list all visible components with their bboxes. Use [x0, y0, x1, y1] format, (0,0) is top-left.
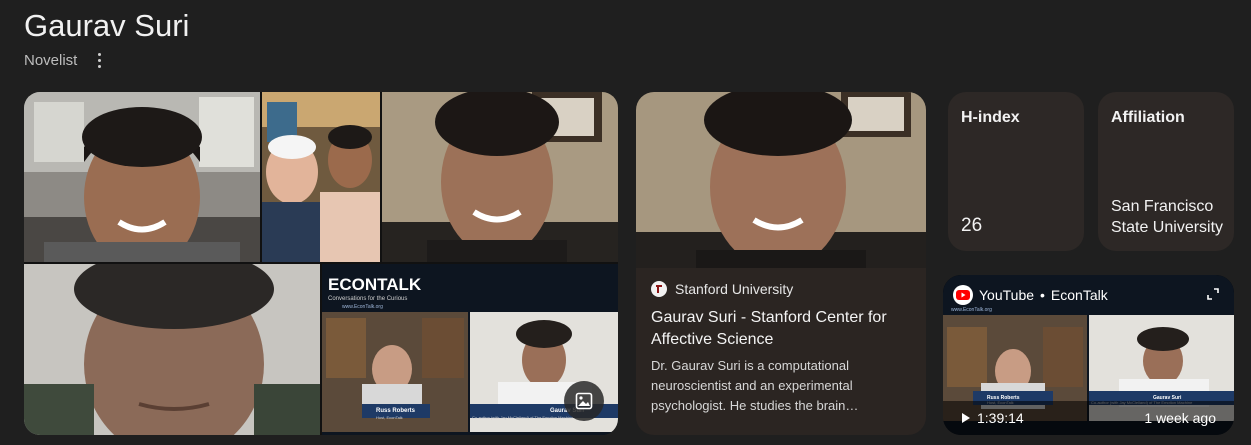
right-speaker-caption: Co-author (with Jay McClelland) of The E…	[472, 415, 574, 420]
portrait-image	[24, 92, 260, 262]
photo-tile-4[interactable]	[24, 264, 320, 435]
video-duration: 1:39:14	[961, 410, 1024, 426]
affiliation-line-1: San Francisco	[1111, 198, 1214, 215]
stanford-favicon-icon	[651, 281, 667, 297]
video-source-row: YouTube • EconTalk	[953, 285, 1108, 305]
duration-text: 1:39:14	[977, 410, 1024, 426]
play-icon[interactable]	[961, 413, 971, 423]
video-channel: EconTalk	[1050, 287, 1108, 303]
photo-tile-1[interactable]	[24, 92, 260, 262]
image-collage[interactable]: ECONTALK Conversations for the Curious w…	[24, 92, 618, 435]
h-index-label: H-index	[961, 109, 1020, 126]
portrait-image	[24, 264, 320, 435]
youtube-logo-icon	[953, 285, 973, 305]
h-index-card[interactable]: H-index 26	[948, 92, 1084, 251]
affiliation-label: Affiliation	[1111, 109, 1185, 126]
stanford-card-image	[636, 92, 926, 268]
photo-tile-3[interactable]	[382, 92, 618, 262]
entity-subtitle: Novelist	[24, 51, 78, 69]
expand-icon[interactable]	[1206, 287, 1220, 301]
source-name: Stanford University	[675, 281, 794, 297]
video-meta-bar: 1:39:14 1 week ago	[943, 401, 1234, 435]
portrait-image	[382, 92, 618, 262]
stanford-card[interactable]: Stanford University Gaurav Suri - Stanfo…	[636, 92, 926, 435]
video-age: 1 week ago	[1144, 410, 1216, 426]
econtalk-url: www.EconTalk.org	[342, 304, 383, 310]
left-speaker-name: Russ Roberts	[376, 408, 416, 414]
source-row[interactable]: Stanford University	[651, 281, 793, 297]
affiliation-value: San Francisco State University	[1111, 196, 1234, 238]
econtalk-logo-text: ECONTALK	[328, 275, 422, 294]
image-icon[interactable]	[564, 381, 604, 421]
youtube-video-card[interactable]: www.EconTalk.org Russ Roberts Host, Econ…	[943, 275, 1234, 435]
subtitle-row: Novelist	[24, 50, 107, 70]
h-index-value: 26	[961, 215, 983, 236]
thumb-url: www.EconTalk.org	[951, 307, 992, 313]
photo-tile-2[interactable]	[262, 92, 380, 262]
video-separator: •	[1040, 287, 1045, 303]
affiliation-line-2: State University	[1111, 219, 1224, 236]
group-photo-image	[262, 92, 380, 262]
result-snippet: Dr. Gaurav Suri is a computational neuro…	[651, 358, 859, 413]
affiliation-card[interactable]: Affiliation San Francisco State Universi…	[1098, 92, 1234, 251]
result-title-link[interactable]: Gaurav Suri - Stanford Center for Affect…	[651, 307, 913, 351]
econtalk-tagline: Conversations for the Curious	[328, 296, 407, 302]
video-platform: YouTube	[979, 287, 1035, 303]
entity-title: Gaurav Suri	[24, 8, 190, 43]
more-options-icon[interactable]	[91, 50, 107, 70]
left-speaker-caption: Host, EconTalk	[376, 415, 403, 420]
